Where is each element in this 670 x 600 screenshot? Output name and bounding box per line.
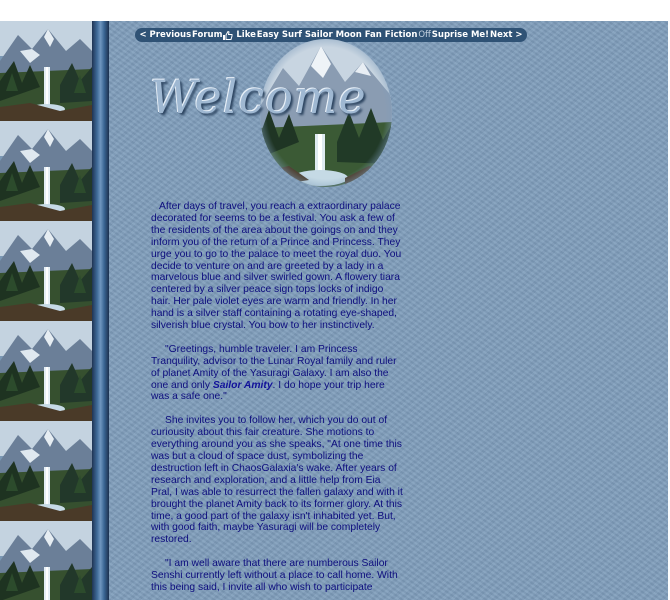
surprise-me-link[interactable]: Suprise Me!	[432, 30, 489, 40]
thumbs-up-icon	[223, 30, 233, 40]
sidebar-border-stripe	[92, 21, 109, 600]
page-background: < Previous Forum Like Easy Surf Sailor M…	[0, 21, 668, 600]
sidebar-waterfall-strip	[0, 21, 92, 600]
previous-link[interactable]: < Previous	[139, 30, 191, 40]
forum-link[interactable]: Forum	[192, 30, 222, 40]
story-paragraph-1: After days of travel, you reach a extrao…	[151, 201, 402, 332]
story-content: After days of travel, you reach a extrao…	[151, 201, 403, 600]
story-paragraph-2: "Greetings, humble traveler. I am Prince…	[151, 344, 403, 404]
like-label: Like	[236, 30, 256, 40]
welcome-title: Welcome	[150, 70, 367, 124]
waterfall-landscape-tiles	[0, 21, 92, 600]
sailor-amity-name: Sailor Amity	[212, 379, 273, 391]
story-paragraph-4: "I am well aware that there are numberou…	[151, 558, 398, 593]
like-button[interactable]: Like	[223, 30, 256, 40]
story-paragraph-3: She invites you to follow her, which you…	[151, 415, 403, 546]
off-toggle[interactable]: Off	[418, 30, 431, 40]
next-link[interactable]: Next >	[490, 30, 523, 40]
